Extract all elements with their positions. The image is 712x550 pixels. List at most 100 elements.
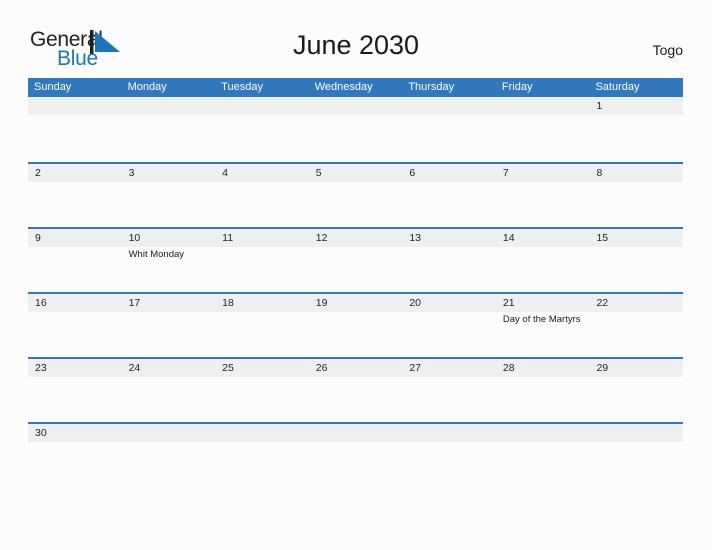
day-cell-13[interactable] <box>402 247 496 294</box>
day-number-empty <box>122 424 216 442</box>
weekday-header-friday: Friday <box>501 81 533 93</box>
day-number-29[interactable]: 29 <box>589 359 683 377</box>
day-number-18[interactable]: 18 <box>215 294 309 312</box>
day-number-empty <box>122 97 216 115</box>
day-cell-25[interactable] <box>215 377 309 424</box>
day-cell-10[interactable]: Whit Monday <box>122 247 216 294</box>
day-cell-28[interactable] <box>496 377 590 424</box>
day-number-24[interactable]: 24 <box>122 359 216 377</box>
day-number-25[interactable]: 25 <box>215 359 309 377</box>
day-event-area <box>28 377 683 424</box>
day-number-empty <box>402 97 496 115</box>
day-number-6[interactable]: 6 <box>402 164 496 182</box>
day-number-1[interactable]: 1 <box>589 97 683 115</box>
day-cell-8[interactable] <box>589 182 683 229</box>
day-cell-2[interactable] <box>28 182 122 229</box>
day-cell-7[interactable] <box>496 182 590 229</box>
day-number-13[interactable]: 13 <box>402 229 496 247</box>
day-number-10[interactable]: 10 <box>122 229 216 247</box>
day-cell-4[interactable] <box>215 182 309 229</box>
day-event-area <box>28 115 683 162</box>
weekday-header-thursday: Thursday <box>408 81 455 93</box>
day-cell-9[interactable] <box>28 247 122 294</box>
weekday-header-sunday: Sunday <box>34 81 72 93</box>
day-number-empty <box>215 424 309 442</box>
day-number-band: 9 10 11 12 13 14 15 <box>28 229 683 247</box>
day-number-empty <box>589 424 683 442</box>
day-cell-1[interactable] <box>589 115 683 162</box>
day-cell-26[interactable] <box>309 377 403 424</box>
page-header: General Blue June 2030 Togo <box>0 0 712 70</box>
day-cell-21[interactable]: Day of the Martyrs <box>496 312 590 359</box>
day-number-15[interactable]: 15 <box>589 229 683 247</box>
day-cell-18[interactable] <box>215 312 309 359</box>
day-number-8[interactable]: 8 <box>589 164 683 182</box>
calendar-week-row: 2345678 <box>28 162 683 227</box>
day-cell-15[interactable] <box>589 247 683 294</box>
day-number-empty <box>402 424 496 442</box>
day-number-26[interactable]: 26 <box>309 359 403 377</box>
weekday-header-wednesday: Wednesday <box>314 81 373 93</box>
day-cell-empty <box>28 115 122 162</box>
day-number-band: 16 17 18 19 20 21 22 <box>28 294 683 312</box>
day-number-empty <box>496 424 590 442</box>
day-number-16[interactable]: 16 <box>28 294 122 312</box>
calendar-week-row: 23 24 25 26 27 28 29 <box>28 357 683 422</box>
day-number-19[interactable]: 19 <box>309 294 403 312</box>
day-number-9[interactable]: 9 <box>28 229 122 247</box>
day-number-band: 2345678 <box>28 164 683 182</box>
day-cell-22[interactable] <box>589 312 683 359</box>
day-cell-16[interactable] <box>28 312 122 359</box>
day-number-21[interactable]: 21 <box>496 294 590 312</box>
day-number-band: 1 <box>28 97 683 115</box>
day-number-22[interactable]: 22 <box>589 294 683 312</box>
weekday-header-row: Sunday Monday Tuesday Wednesday Thursday Frid… <box>28 78 683 97</box>
day-event-area: Day of the Martyrs <box>28 312 683 359</box>
day-cell-empty <box>402 115 496 162</box>
day-cell-29[interactable] <box>589 377 683 424</box>
calendar-week-row: 1 <box>28 97 683 162</box>
day-cell-11[interactable] <box>215 247 309 294</box>
day-event-area: Whit Monday <box>28 247 683 294</box>
day-number-27[interactable]: 27 <box>402 359 496 377</box>
day-number-23[interactable]: 23 <box>28 359 122 377</box>
day-number-2[interactable]: 2 <box>28 164 122 182</box>
day-number-4[interactable]: 4 <box>215 164 309 182</box>
day-number-28[interactable]: 28 <box>496 359 590 377</box>
day-cell-empty <box>122 115 216 162</box>
day-cell-20[interactable] <box>402 312 496 359</box>
day-cell-12[interactable] <box>309 247 403 294</box>
day-event-area <box>28 182 683 229</box>
day-cell-27[interactable] <box>402 377 496 424</box>
day-number-11[interactable]: 11 <box>215 229 309 247</box>
day-cell-17[interactable] <box>122 312 216 359</box>
day-cell-14[interactable] <box>496 247 590 294</box>
calendar-week-row: 9 10 11 12 13 14 15 Whit Monday <box>28 227 683 292</box>
day-cell-empty <box>309 115 403 162</box>
day-cell-3[interactable] <box>122 182 216 229</box>
day-cell-19[interactable] <box>309 312 403 359</box>
day-number-17[interactable]: 17 <box>122 294 216 312</box>
day-number-14[interactable]: 14 <box>496 229 590 247</box>
holiday-event: Whit Monday <box>128 249 185 260</box>
day-number-empty <box>309 424 403 442</box>
day-cell-5[interactable] <box>309 182 403 229</box>
holiday-event: Day of the Martyrs <box>502 314 581 325</box>
day-number-7[interactable]: 7 <box>496 164 590 182</box>
day-cell-6[interactable] <box>402 182 496 229</box>
day-cell-empty <box>496 115 590 162</box>
day-number-30[interactable]: 30 <box>28 424 122 442</box>
day-number-empty <box>215 97 309 115</box>
day-number-20[interactable]: 20 <box>402 294 496 312</box>
day-number-empty <box>496 97 590 115</box>
page-title: June 2030 <box>292 30 420 60</box>
weekday-header-saturday: Saturday <box>595 81 640 93</box>
day-number-empty <box>309 97 403 115</box>
day-cell-24[interactable] <box>122 377 216 424</box>
day-number-12[interactable]: 12 <box>309 229 403 247</box>
day-cell-23[interactable] <box>28 377 122 424</box>
calendar-table: Sunday Monday Tuesday Wednesday Thursday Frid… <box>28 78 683 444</box>
day-number-5[interactable]: 5 <box>309 164 403 182</box>
day-number-3[interactable]: 3 <box>122 164 216 182</box>
weekday-header-tuesday: Tuesday <box>221 81 263 93</box>
